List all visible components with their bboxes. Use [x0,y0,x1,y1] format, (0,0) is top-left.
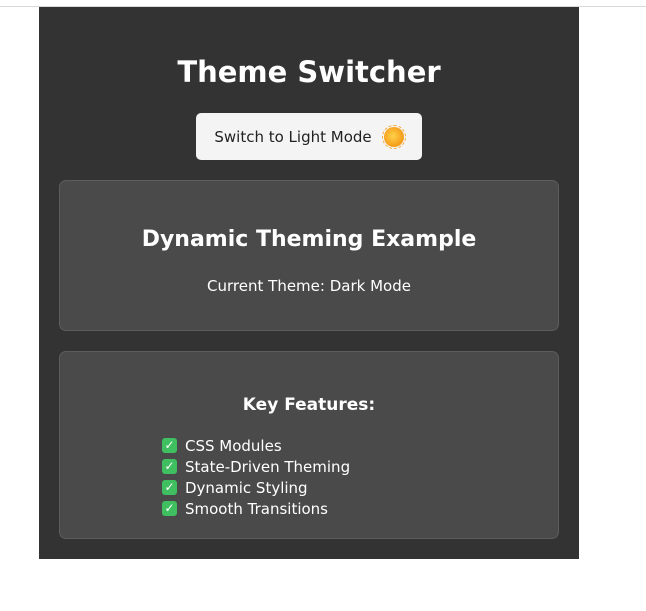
check-icon: ✓ [162,480,177,495]
features-card: Key Features: ✓ CSS Modules ✓ State-Driv… [59,351,559,539]
theme-switcher-app: Theme Switcher Switch to Light Mode Dyna… [39,7,579,559]
check-icon: ✓ [162,438,177,453]
theme-info-card: Dynamic Theming Example Current Theme: D… [59,180,559,331]
check-icon: ✓ [162,501,177,516]
current-theme-text: Current Theme: Dark Mode [207,277,411,295]
page-title: Theme Switcher [177,55,441,89]
features-list: ✓ CSS Modules ✓ State-Driven Theming ✓ D… [162,435,350,519]
feature-item: ✓ State-Driven Theming [162,456,350,477]
features-title: Key Features: [242,395,376,415]
feature-item: ✓ CSS Modules [162,435,350,456]
switch-theme-label: Switch to Light Mode [214,127,372,146]
sun-icon [381,124,406,149]
feature-item: ✓ Dynamic Styling [162,477,350,498]
feature-label: Smooth Transitions [185,499,328,518]
check-icon: ✓ [162,459,177,474]
feature-label: CSS Modules [185,436,282,455]
switch-theme-button[interactable]: Switch to Light Mode [196,113,422,160]
browser-top-strip [0,0,646,7]
theme-card-title: Dynamic Theming Example [141,227,477,252]
feature-label: State-Driven Theming [185,457,351,476]
feature-item: ✓ Smooth Transitions [162,498,350,519]
feature-label: Dynamic Styling [185,478,308,497]
